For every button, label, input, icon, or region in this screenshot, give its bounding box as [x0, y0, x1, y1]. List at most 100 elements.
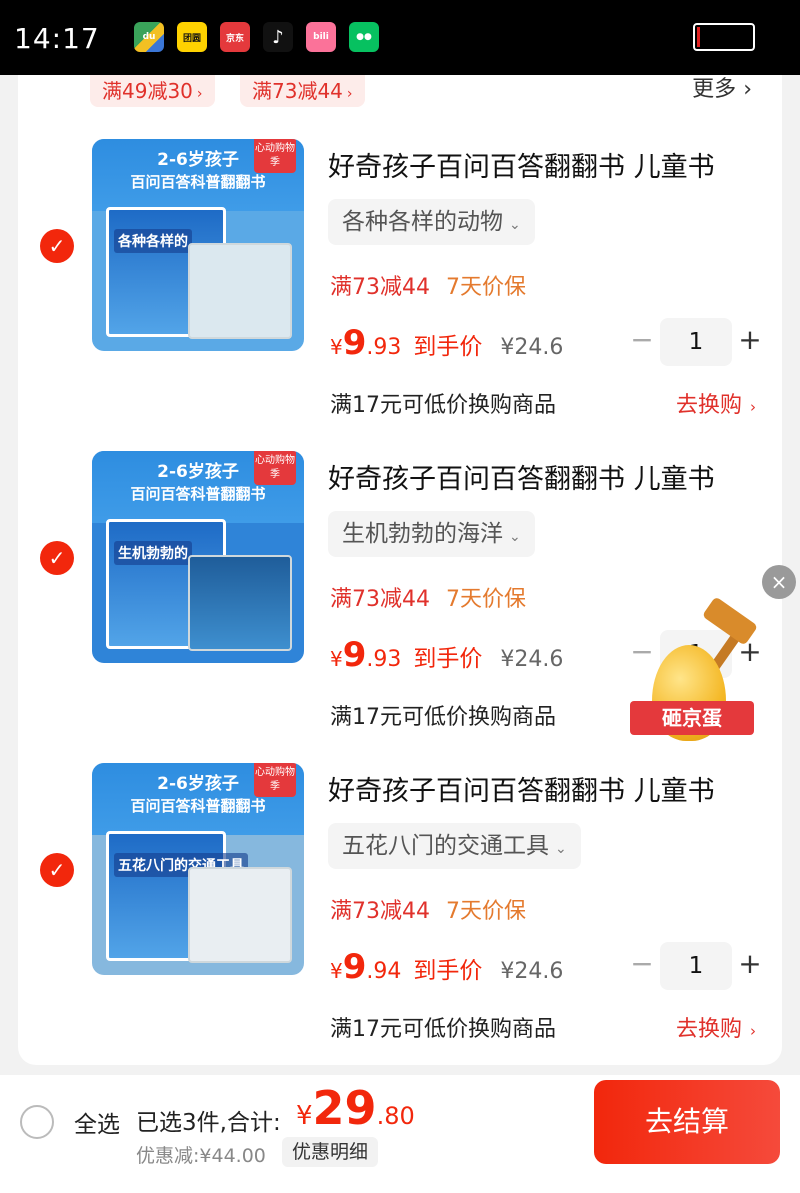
selected-summary: 已选3件,合计:	[136, 1110, 281, 1136]
original-price: ¥24.6	[500, 647, 564, 672]
quantity-input[interactable]: 1	[660, 942, 732, 990]
price-integer: 9	[342, 323, 367, 363]
currency-symbol: ¥	[330, 335, 343, 359]
quantity-input[interactable]: 1	[660, 318, 732, 366]
price-integer: 9	[342, 947, 367, 987]
price-line: ¥9.93 到手价 ¥24.6	[330, 635, 563, 675]
book-open	[188, 867, 292, 963]
price-line: ¥9.93 到手价 ¥24.6	[330, 323, 563, 363]
product-thumbnail[interactable]: 2-6岁孩子 百问百答科普翻翻书 心动购物季 五花八门的交通工具	[92, 763, 304, 975]
status-bar: 14:17 du 团圆 京东 ♪ bili ●●	[0, 0, 800, 75]
tiktok-app-icon: ♪	[263, 22, 293, 52]
swap-link-label: 去换购	[675, 393, 742, 418]
swap-offer-text: 满17元可低价换购商品	[330, 393, 556, 418]
swap-link-label: 去换购	[675, 1017, 742, 1042]
more-label: 更多	[692, 77, 737, 102]
product-title[interactable]: 好奇孩子百问百答翻翻书 儿童书	[328, 769, 715, 808]
store-card: 满49减30 › 满73减44 › 更多 › ✓ 2-6岁孩子 百问百答科普翻翻书 …	[18, 75, 782, 1065]
product-thumbnail[interactable]: 2-6岁孩子 百问百答科普翻翻书 心动购物季 各种各样的	[92, 139, 304, 351]
product-title[interactable]: 好奇孩子百问百答翻翻书 儿童书	[328, 457, 715, 496]
chevron-right-icon: ›	[750, 398, 756, 416]
variant-selector[interactable]: 生机勃勃的海洋 ⌄	[328, 511, 535, 557]
price-label: 到手价	[413, 646, 483, 672]
original-price: ¥24.6	[500, 959, 564, 984]
book-open	[188, 555, 292, 651]
thumb-subline: 百问百答科普翻翻书	[130, 797, 266, 815]
price-guarantee: 7天价保	[446, 275, 526, 300]
thumb-subline: 百问百答科普翻翻书	[130, 485, 266, 503]
wechat-app-icon: ●●	[349, 22, 379, 52]
quantity-stepper: − 1 +	[630, 942, 770, 990]
select-all-radio[interactable]	[20, 1105, 54, 1139]
smash-egg-widget[interactable]: 砸京蛋	[630, 596, 762, 755]
smash-egg-label: 砸京蛋	[630, 701, 754, 735]
chevron-right-icon: ›	[750, 1022, 756, 1040]
coupon-label: 满49减30	[102, 79, 193, 103]
price-decimal: .93	[366, 647, 402, 672]
thumb-promo-tag: 心动购物季	[254, 451, 296, 485]
cart-item: ✓ 2-6岁孩子 百问百答科普翻翻书 心动购物季 五花八门的交通工具 好奇孩子百…	[18, 761, 782, 1061]
price-guarantee: 7天价保	[446, 899, 526, 924]
notification-icons: du 团圆 京东 ♪ bili ●●	[134, 22, 379, 52]
battery-level	[697, 27, 700, 47]
decrease-button[interactable]: −	[630, 324, 654, 356]
total-integer: 29	[312, 1081, 377, 1135]
thumb-promo-tag: 心动购物季	[254, 139, 296, 173]
thumb-promo-tag: 心动购物季	[254, 763, 296, 797]
item-checkbox[interactable]: ✓	[40, 853, 74, 887]
decrease-button[interactable]: −	[630, 948, 654, 980]
original-price: ¥24.6	[500, 335, 564, 360]
price-decimal: .94	[366, 959, 402, 984]
chevron-down-icon: ⌄	[555, 841, 567, 857]
swap-offer-text: 满17元可低价换购商品	[330, 705, 556, 730]
price-guarantee: 7天价保	[446, 587, 526, 612]
book-open	[188, 243, 292, 339]
store-coupon[interactable]: 满49减30 ›	[90, 75, 215, 107]
product-title[interactable]: 好奇孩子百问百答翻翻书 儿童书	[328, 145, 715, 184]
price-integer: 9	[342, 635, 367, 675]
more-coupons-link[interactable]: 更多 ›	[692, 75, 752, 105]
thumb-volume-title: 各种各样的	[114, 229, 192, 253]
chevron-down-icon: ⌄	[509, 217, 521, 233]
total-decimal: .80	[376, 1102, 415, 1130]
item-checkbox[interactable]: ✓	[40, 229, 74, 263]
variant-selector[interactable]: 各种各样的动物 ⌄	[328, 199, 535, 245]
cart-content[interactable]: 满49减30 › 满73减44 › 更多 › ✓ 2-6岁孩子 百问百答科普翻翻书 …	[0, 75, 800, 1075]
promo-tag: 满73减44	[330, 587, 430, 612]
thumb-volume-title: 生机勃勃的	[114, 541, 192, 565]
item-checkbox[interactable]: ✓	[40, 541, 74, 575]
battery-icon	[693, 23, 755, 51]
coupon-label: 满73减44	[252, 79, 343, 103]
store-coupon[interactable]: 满73减44 ›	[240, 75, 365, 107]
price-label: 到手价	[413, 958, 483, 984]
promo-line: 满73减44 7天价保	[330, 581, 526, 613]
variant-label: 生机勃勃的海洋	[342, 521, 503, 547]
promo-line: 满73减44 7天价保	[330, 893, 526, 925]
swap-link[interactable]: 去换购 ›	[676, 1011, 756, 1043]
increase-button[interactable]: +	[738, 948, 762, 980]
chevron-right-icon: ›	[743, 77, 752, 102]
meituan-app-icon: 团圆	[177, 22, 207, 52]
checkout-button[interactable]: 去结算	[594, 1080, 780, 1164]
close-float-button[interactable]: ×	[762, 565, 796, 599]
discount-detail-button[interactable]: 优惠明细	[282, 1137, 379, 1167]
clock: 14:17	[14, 22, 100, 55]
chevron-right-icon: ›	[346, 86, 353, 102]
total-price: ¥29.80	[296, 1081, 415, 1135]
cart-item: ✓ 2-6岁孩子 百问百答科普翻翻书 心动购物季 各种各样的 好奇孩子百问百答翻…	[18, 137, 782, 437]
chevron-down-icon: ⌄	[509, 529, 521, 545]
select-all-label[interactable]: 全选	[74, 1105, 120, 1139]
quantity-stepper: − 1 +	[630, 318, 770, 366]
variant-selector[interactable]: 五花八门的交通工具 ⌄	[328, 823, 581, 869]
price-decimal: .93	[366, 335, 402, 360]
swap-offer-text: 满17元可低价换购商品	[330, 1017, 556, 1042]
currency-symbol: ¥	[296, 1101, 313, 1131]
map-app-icon: du	[134, 22, 164, 52]
swap-link[interactable]: 去换购 ›	[676, 387, 756, 419]
chevron-right-icon: ›	[196, 86, 203, 102]
increase-button[interactable]: +	[738, 324, 762, 356]
discount-amount: 优惠减:¥44.00	[136, 1145, 266, 1167]
checkout-bar: 全选 已选3件,合计: ¥29.80 优惠减:¥44.00 优惠明细 去结算	[0, 1075, 800, 1193]
product-thumbnail[interactable]: 2-6岁孩子 百问百答科普翻翻书 心动购物季 生机勃勃的	[92, 451, 304, 663]
store-coupon-row: 满49减30 › 满73减44 › 更多 ›	[18, 75, 782, 107]
